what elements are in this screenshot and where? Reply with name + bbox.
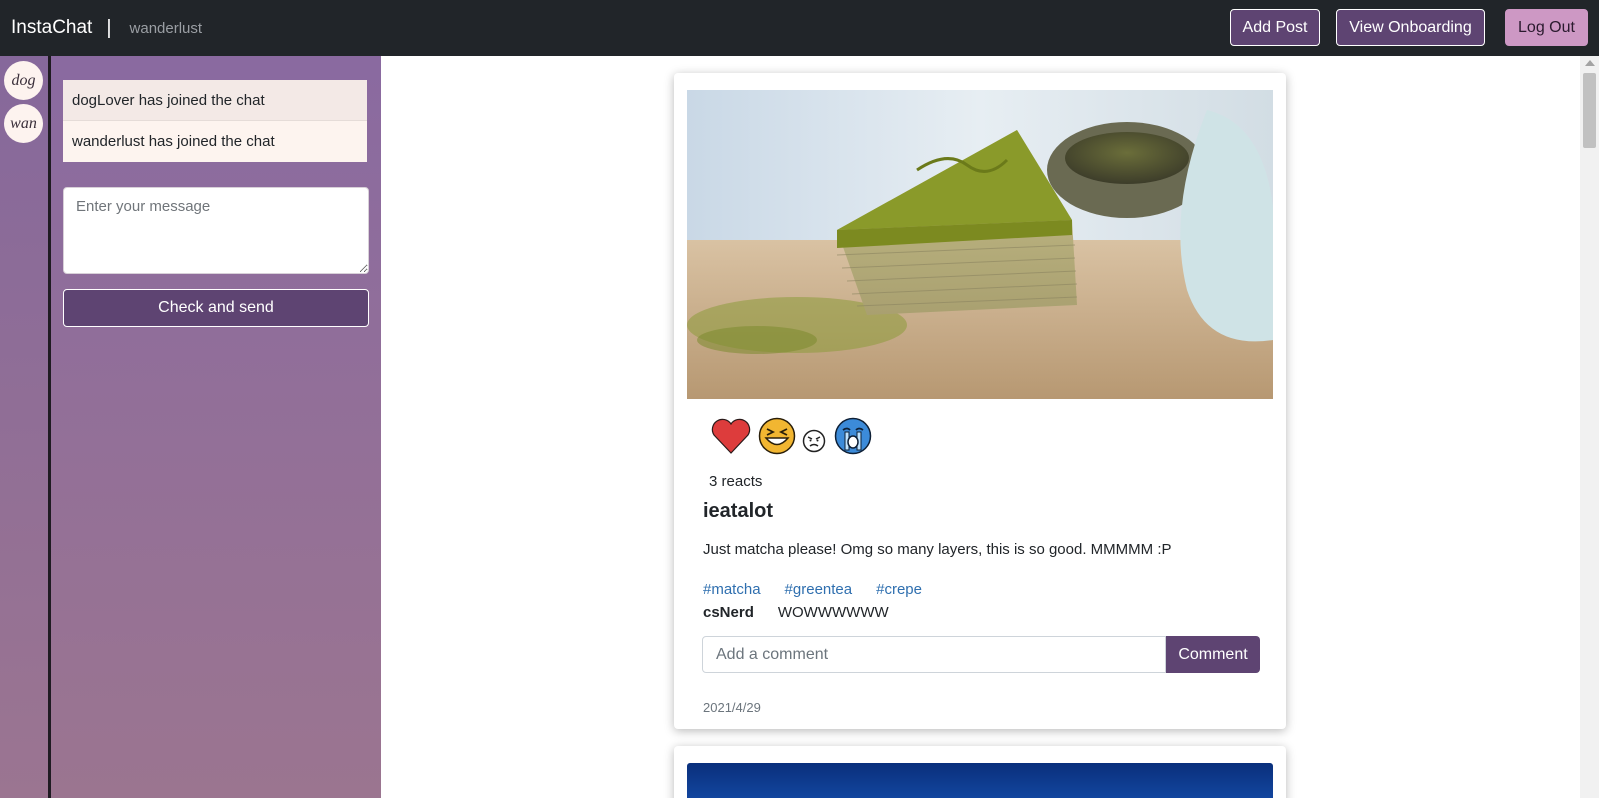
user-avatar-wanderlust[interactable]: wan <box>4 104 43 143</box>
tag-link[interactable]: #greentea <box>785 581 853 598</box>
reaction-bar <box>710 416 872 456</box>
chat-message-input[interactable] <box>63 187 369 274</box>
angry-face-icon[interactable] <box>802 429 826 453</box>
post-card: 3 reacts ieatalot Just matcha please! Om… <box>674 73 1286 729</box>
tag-link[interactable]: #matcha <box>703 581 761 598</box>
brand-logo[interactable]: InstaChat <box>11 17 92 39</box>
chat-message-list: dogLover has joined the chat wanderlust … <box>63 80 367 162</box>
comment-username: csNerd <box>703 604 754 621</box>
post-username: ieatalot <box>703 500 774 522</box>
post-image[interactable] <box>687 90 1273 399</box>
feed-scrollbar[interactable] <box>1580 56 1599 798</box>
post-card <box>674 746 1286 798</box>
post-caption: Just matcha please! Omg so many layers, … <box>703 541 1172 558</box>
post-tags: #matcha #greentea #crepe <box>703 581 946 598</box>
heart-icon[interactable] <box>710 416 752 456</box>
comment-text: WOWWWWWW <box>777 604 889 621</box>
crying-face-icon[interactable] <box>834 417 872 455</box>
brand-separator: | <box>106 16 112 39</box>
comment-button[interactable]: Comment <box>1166 636 1260 673</box>
chat-message: wanderlust has joined the chat <box>63 121 367 162</box>
post-feed[interactable]: 3 reacts ieatalot Just matcha please! Om… <box>381 56 1580 798</box>
laughing-face-icon[interactable] <box>758 417 796 455</box>
add-post-button[interactable]: Add Post <box>1230 9 1320 46</box>
user-avatar-doglover[interactable]: dog <box>4 61 43 100</box>
current-username: wanderlust <box>129 19 203 37</box>
chat-message: dogLover has joined the chat <box>63 80 367 121</box>
post-date: 2021/4/29 <box>703 700 761 715</box>
scroll-up-arrow-icon[interactable] <box>1585 60 1595 66</box>
online-users-rail <box>0 56 48 798</box>
view-onboarding-button[interactable]: View Onboarding <box>1336 9 1485 46</box>
react-count: 3 reacts <box>709 473 763 490</box>
comment-item: csNerd WOWWWWWW <box>703 604 889 621</box>
log-out-button[interactable]: Log Out <box>1505 9 1588 46</box>
post-image[interactable] <box>687 763 1273 798</box>
scrollbar-thumb[interactable] <box>1583 73 1596 148</box>
tag-link[interactable]: #crepe <box>876 581 922 598</box>
check-and-send-button[interactable]: Check and send <box>63 289 369 327</box>
comment-input[interactable] <box>702 636 1166 673</box>
chat-panel: dogLover has joined the chat wanderlust … <box>51 56 381 798</box>
